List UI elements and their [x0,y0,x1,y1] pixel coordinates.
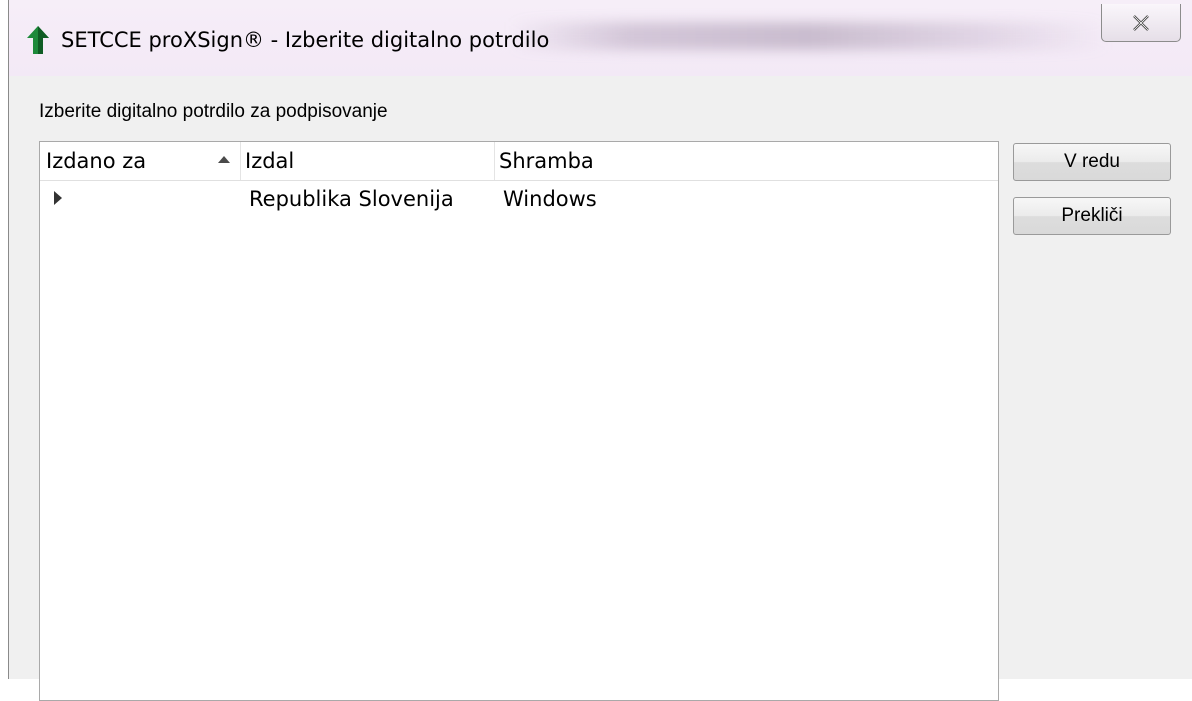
close-button[interactable] [1101,4,1181,42]
ok-button[interactable]: V redu [1013,143,1171,181]
cell-issuer: Republika Slovenija [249,187,454,211]
column-header-store[interactable]: Shramba [494,142,999,180]
cancel-button[interactable]: Prekliči [1013,197,1171,235]
column-header-issuer[interactable]: Izdal [240,142,495,180]
dialog-window: SETCCE proXSign® - Izberite digitalno po… [8,0,1192,701]
window-title: SETCCE proXSign® - Izberite digitalno po… [61,28,550,52]
expand-arrow-icon[interactable] [54,191,62,205]
column-header-issued-to[interactable]: Izdano za [46,142,236,180]
cell-store: Windows [503,187,597,211]
certificate-row[interactable]: Republika Slovenija Windows [40,182,998,216]
blurred-background [509,22,1109,50]
close-icon [1133,14,1149,31]
dialog-prompt: Izberite digitalno potrdilo za podpisova… [39,101,388,122]
sort-ascending-icon [218,156,230,163]
setcce-logo-icon [27,26,49,54]
title-bar[interactable]: SETCCE proXSign® - Izberite digitalno po… [9,0,1192,76]
certificate-tree[interactable]: Izdano za Izdal Shramba Republika Sloven… [39,141,999,701]
tree-header: Izdano za Izdal Shramba [40,142,998,181]
